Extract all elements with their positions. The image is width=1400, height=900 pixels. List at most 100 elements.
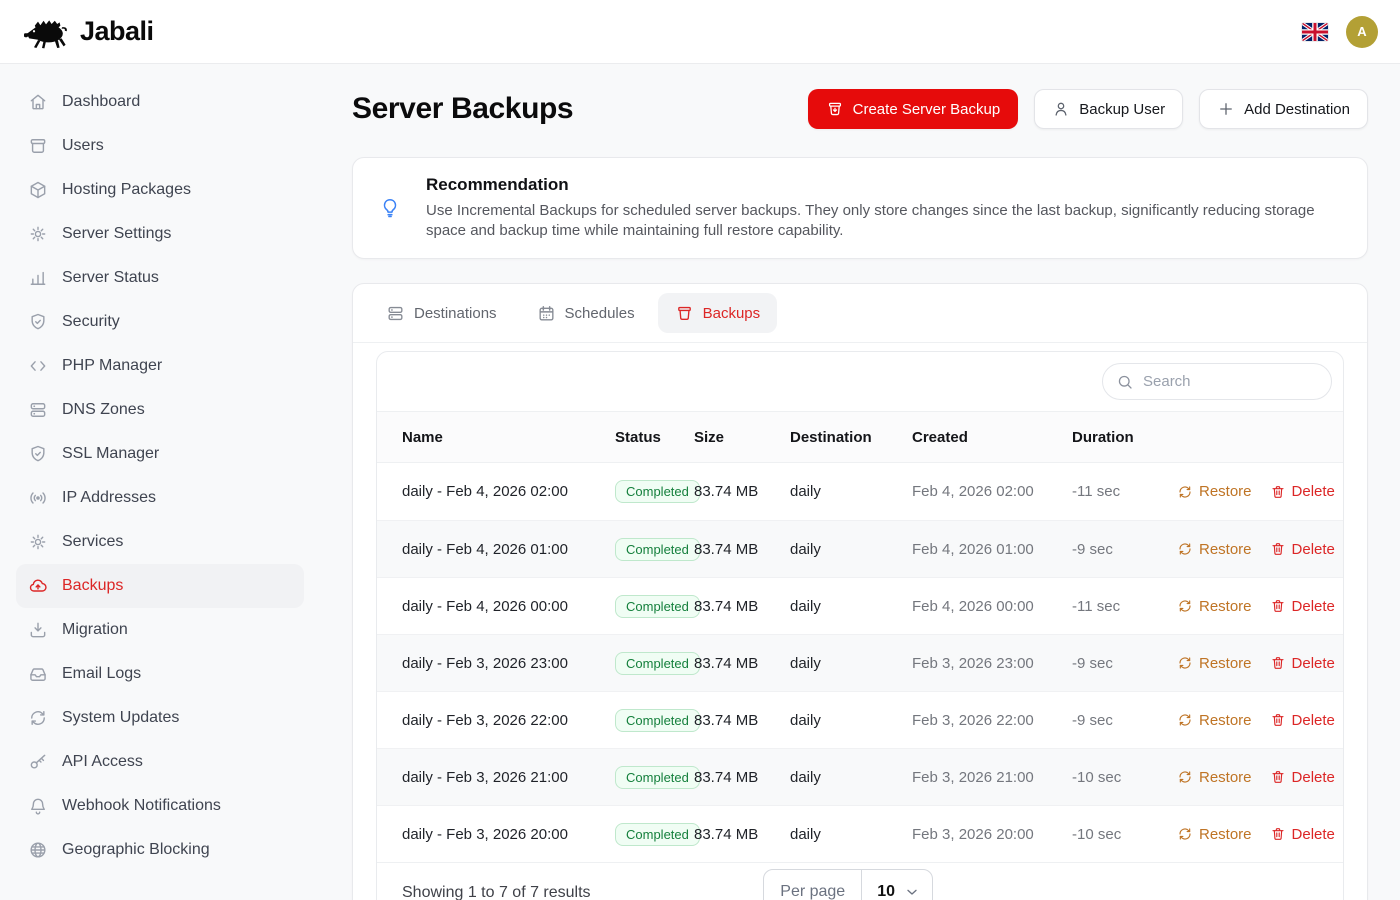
delete-link[interactable]: Delete	[1270, 541, 1335, 558]
sidebar-item-hosting-packages[interactable]: Hosting Packages	[16, 168, 304, 212]
delete-link[interactable]: Delete	[1270, 712, 1335, 729]
cell-created: Feb 3, 2026 23:00	[912, 655, 1072, 672]
sidebar-item-users[interactable]: Users	[16, 124, 304, 168]
delete-link[interactable]: Delete	[1270, 655, 1335, 672]
cell-size: 83.74 MB	[694, 598, 790, 615]
sidebar-item-label: Server Status	[62, 269, 159, 287]
sidebar-item-dashboard[interactable]: Dashboard	[16, 80, 304, 124]
refresh-icon	[1177, 769, 1193, 785]
table-row: daily - Feb 3, 2026 21:00Completed83.74 …	[377, 748, 1343, 805]
trash-icon	[1270, 541, 1286, 557]
link-label: Delete	[1292, 541, 1335, 558]
search-field[interactable]	[1143, 373, 1318, 390]
delete-link[interactable]: Delete	[1270, 769, 1335, 786]
cell-name: daily - Feb 3, 2026 20:00	[402, 826, 615, 843]
code-icon	[28, 356, 48, 376]
shield-check-icon	[28, 444, 48, 464]
tab-schedules[interactable]: Schedules	[520, 293, 652, 333]
sidebar-item-security[interactable]: Security	[16, 300, 304, 344]
sidebar-item-label: Hosting Packages	[62, 181, 191, 199]
avatar[interactable]: A	[1346, 16, 1378, 48]
chart-bars-icon	[28, 268, 48, 288]
delete-link[interactable]: Delete	[1270, 598, 1335, 615]
search-input[interactable]	[1102, 363, 1332, 400]
sidebar-item-ip-addresses[interactable]: IP Addresses	[16, 476, 304, 520]
app-header: Jabali A	[0, 0, 1400, 64]
cell-status: Completed	[615, 538, 694, 561]
trash-icon	[1270, 484, 1286, 500]
sidebar-item-label: PHP Manager	[62, 357, 162, 375]
restore-link[interactable]: Restore	[1177, 655, 1252, 672]
sidebar-item-dns-zones[interactable]: DNS Zones	[16, 388, 304, 432]
page-title: Server Backups	[352, 92, 573, 126]
link-label: Delete	[1292, 826, 1335, 843]
refresh-icon	[1177, 484, 1193, 500]
cell-size: 83.74 MB	[694, 541, 790, 558]
sidebar-item-php-manager[interactable]: PHP Manager	[16, 344, 304, 388]
link-label: Delete	[1292, 712, 1335, 729]
cell-name: daily - Feb 3, 2026 21:00	[402, 769, 615, 786]
cell-status: Completed	[615, 823, 694, 846]
create-server-backup-button[interactable]: Create Server Backup	[808, 89, 1019, 129]
tab-destinations[interactable]: Destinations	[369, 293, 514, 333]
link-label: Restore	[1199, 598, 1252, 615]
cell-actions: Restore Delete	[1177, 826, 1335, 843]
status-badge: Completed	[615, 480, 700, 503]
refresh-icon	[1177, 712, 1193, 728]
search-icon	[1116, 373, 1134, 391]
restore-link[interactable]: Restore	[1177, 769, 1252, 786]
restore-link[interactable]: Restore	[1177, 541, 1252, 558]
backup-user-button[interactable]: Backup User	[1034, 89, 1183, 129]
cell-size: 83.74 MB	[694, 655, 790, 672]
sidebar-item-server-settings[interactable]: Server Settings	[16, 212, 304, 256]
key-icon	[28, 752, 48, 772]
gear-icon	[28, 224, 48, 244]
sidebar-item-migration[interactable]: Migration	[16, 608, 304, 652]
sidebar-item-system-updates[interactable]: System Updates	[16, 696, 304, 740]
sidebar-item-label: Server Settings	[62, 225, 171, 243]
restore-link[interactable]: Restore	[1177, 598, 1252, 615]
cell-destination: daily	[790, 598, 912, 615]
sidebar-item-backups[interactable]: Backups	[16, 564, 304, 608]
sidebar-item-geographic-blocking[interactable]: Geographic Blocking	[16, 828, 304, 872]
sidebar-item-api-access[interactable]: API Access	[16, 740, 304, 784]
sidebar-item-label: Services	[62, 533, 123, 551]
refresh-icon	[1177, 541, 1193, 557]
restore-link[interactable]: Restore	[1177, 483, 1252, 500]
sidebar-item-webhook-notifications[interactable]: Webhook Notifications	[16, 784, 304, 828]
sidebar-item-label: Email Logs	[62, 665, 141, 683]
archive-tray-icon	[675, 304, 694, 323]
cell-created: Feb 3, 2026 21:00	[912, 769, 1072, 786]
cell-size: 83.74 MB	[694, 826, 790, 843]
sidebar-item-label: Backups	[62, 577, 123, 595]
restore-link[interactable]: Restore	[1177, 826, 1252, 843]
server-stack-icon	[386, 304, 405, 323]
sidebar-item-email-logs[interactable]: Email Logs	[16, 652, 304, 696]
cell-destination: daily	[790, 483, 912, 500]
delete-link[interactable]: Delete	[1270, 483, 1335, 500]
sidebar-item-label: Webhook Notifications	[62, 797, 221, 815]
uk-flag-icon[interactable]	[1302, 23, 1328, 41]
table-row: daily - Feb 4, 2026 02:00Completed83.74 …	[377, 463, 1343, 520]
table-row: daily - Feb 4, 2026 01:00Completed83.74 …	[377, 520, 1343, 577]
sidebar-item-ssl-manager[interactable]: SSL Manager	[16, 432, 304, 476]
tab-bar: DestinationsSchedulesBackups	[353, 284, 1367, 343]
package-cube-icon	[28, 180, 48, 200]
boar-logo-icon	[22, 15, 70, 49]
inbox-icon	[28, 664, 48, 684]
cell-status: Completed	[615, 766, 694, 789]
sidebar-item-server-status[interactable]: Server Status	[16, 256, 304, 300]
cell-created: Feb 4, 2026 02:00	[912, 483, 1072, 500]
trash-icon	[1270, 598, 1286, 614]
delete-link[interactable]: Delete	[1270, 826, 1335, 843]
restore-link[interactable]: Restore	[1177, 712, 1252, 729]
sidebar-item-services[interactable]: Services	[16, 520, 304, 564]
download-tray-icon	[28, 620, 48, 640]
cell-duration: -10 sec	[1072, 826, 1177, 843]
add-destination-button[interactable]: Add Destination	[1199, 89, 1368, 129]
archive-box-icon	[28, 136, 48, 156]
brand[interactable]: Jabali	[22, 15, 154, 49]
cell-destination: daily	[790, 769, 912, 786]
per-page-select[interactable]: Per page 10	[763, 869, 933, 900]
tab-backups[interactable]: Backups	[658, 293, 778, 333]
